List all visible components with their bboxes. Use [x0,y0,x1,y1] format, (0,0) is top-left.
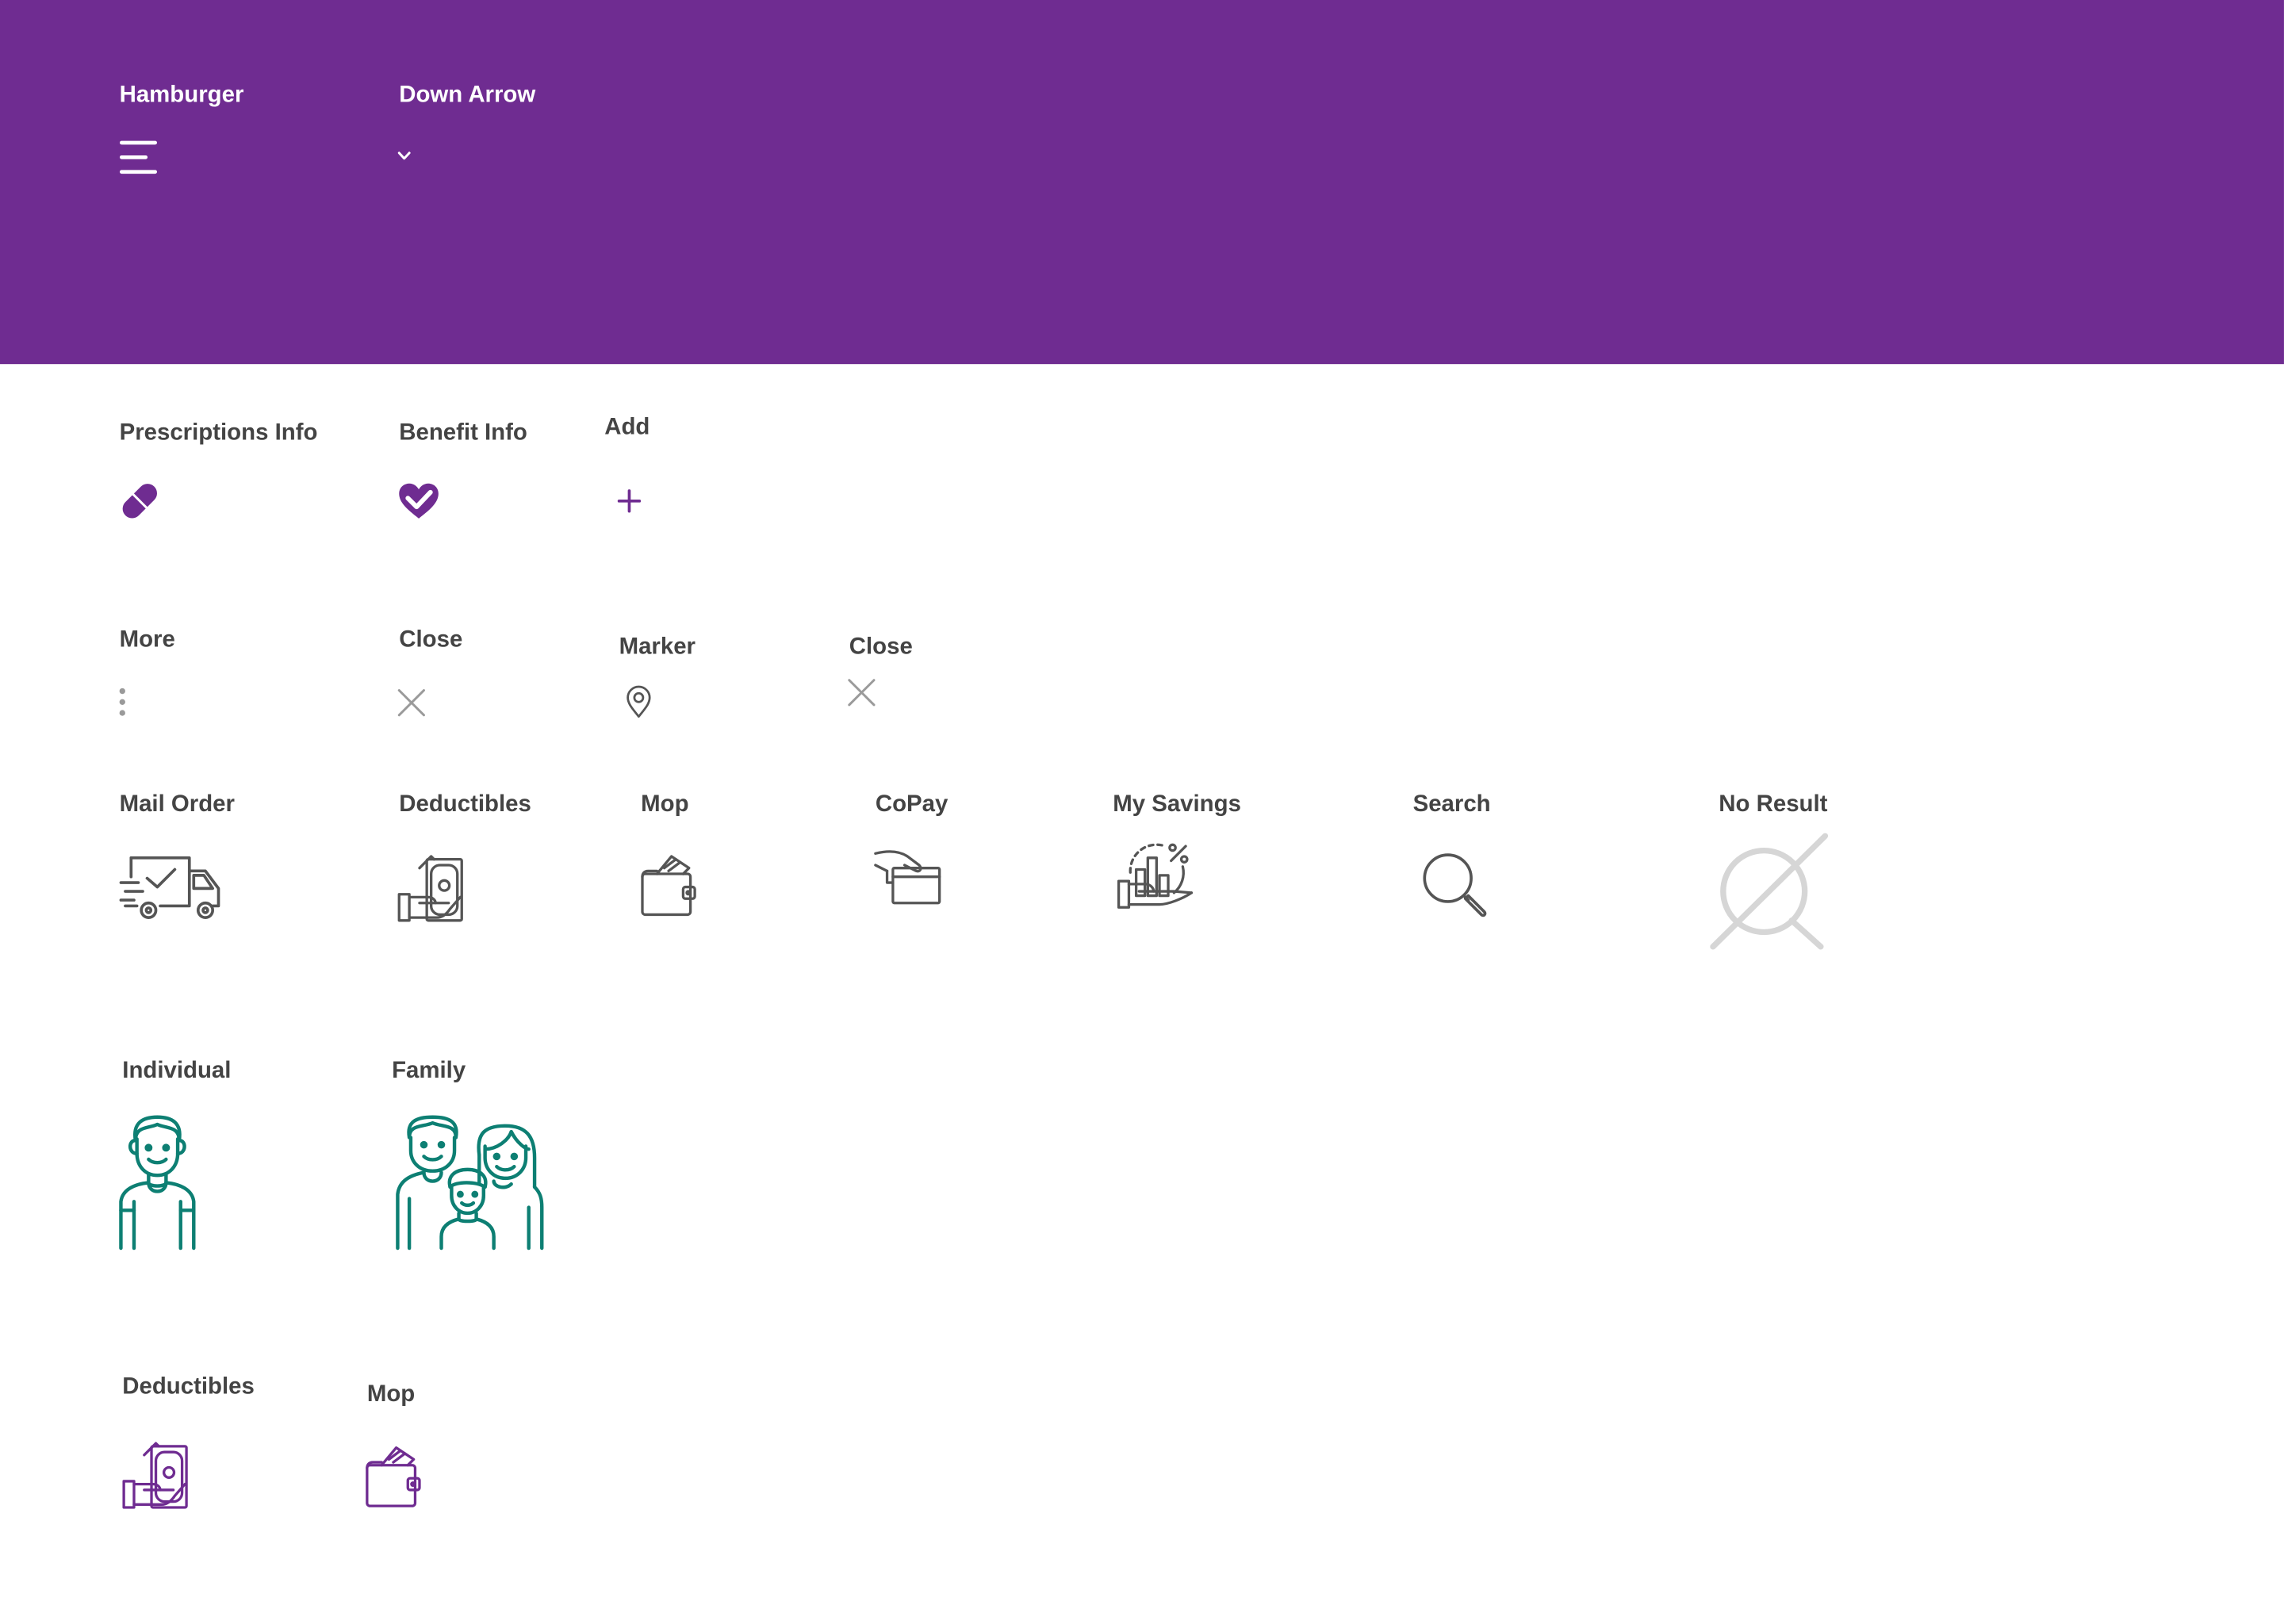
tile-label: Mop [366,1382,416,1408]
wallet-card-icon[interactable] [639,853,697,917]
person-icon[interactable] [117,1114,198,1251]
tile-label: Prescriptions Info [119,420,318,446]
close-icon[interactable] [397,689,425,717]
family-icon[interactable] [395,1114,544,1251]
icon-gallery: Hamburger Down Arrow Prescriptions Info [0,0,2284,1623]
heart-check-icon[interactable] [397,482,439,520]
hand-card-icon[interactable] [872,848,942,906]
chevron-down-icon[interactable] [397,151,411,160]
tile-label: Deductibles [122,1374,255,1400]
tile-label: Close [399,627,463,653]
tile-label: Down Arrow [399,82,536,108]
close-icon[interactable] [848,679,876,707]
wallet-card-icon[interactable] [364,1445,422,1509]
tile-label: Mail Order [119,792,235,818]
delivery-truck-icon[interactable] [119,853,224,923]
tile-label: Add [604,415,650,440]
tile-label: Benefit Info [399,420,527,446]
pill-icon[interactable] [120,481,160,521]
more-vertical-icon[interactable] [118,688,127,717]
tile-label: Search [1412,792,1491,818]
magnifier-icon[interactable] [1420,851,1490,917]
tile-label: My Savings [1113,792,1241,818]
tile-label: Deductibles [399,792,531,818]
tile-label: CoPay [875,792,948,818]
no-result-icon[interactable] [1710,833,1830,953]
header-band: Hamburger Down Arrow [0,0,2284,365]
cash-hand-icon[interactable] [121,1440,189,1510]
tile-label: Close [849,634,913,661]
tile-label: Marker [619,634,696,661]
tile-label: Individual [122,1059,232,1084]
cash-hand-icon[interactable] [397,853,465,923]
tile-label: No Result [1719,792,1828,818]
plus-icon[interactable] [617,489,642,513]
savings-chart-hand-icon[interactable] [1116,841,1198,917]
map-marker-icon[interactable] [627,685,651,718]
tile-label: More [119,627,175,653]
tile-label: Family [392,1059,466,1084]
tile-label: Hamburger [119,82,244,108]
tile-label: Mop [641,792,689,818]
hamburger-menu-icon[interactable] [119,140,158,174]
